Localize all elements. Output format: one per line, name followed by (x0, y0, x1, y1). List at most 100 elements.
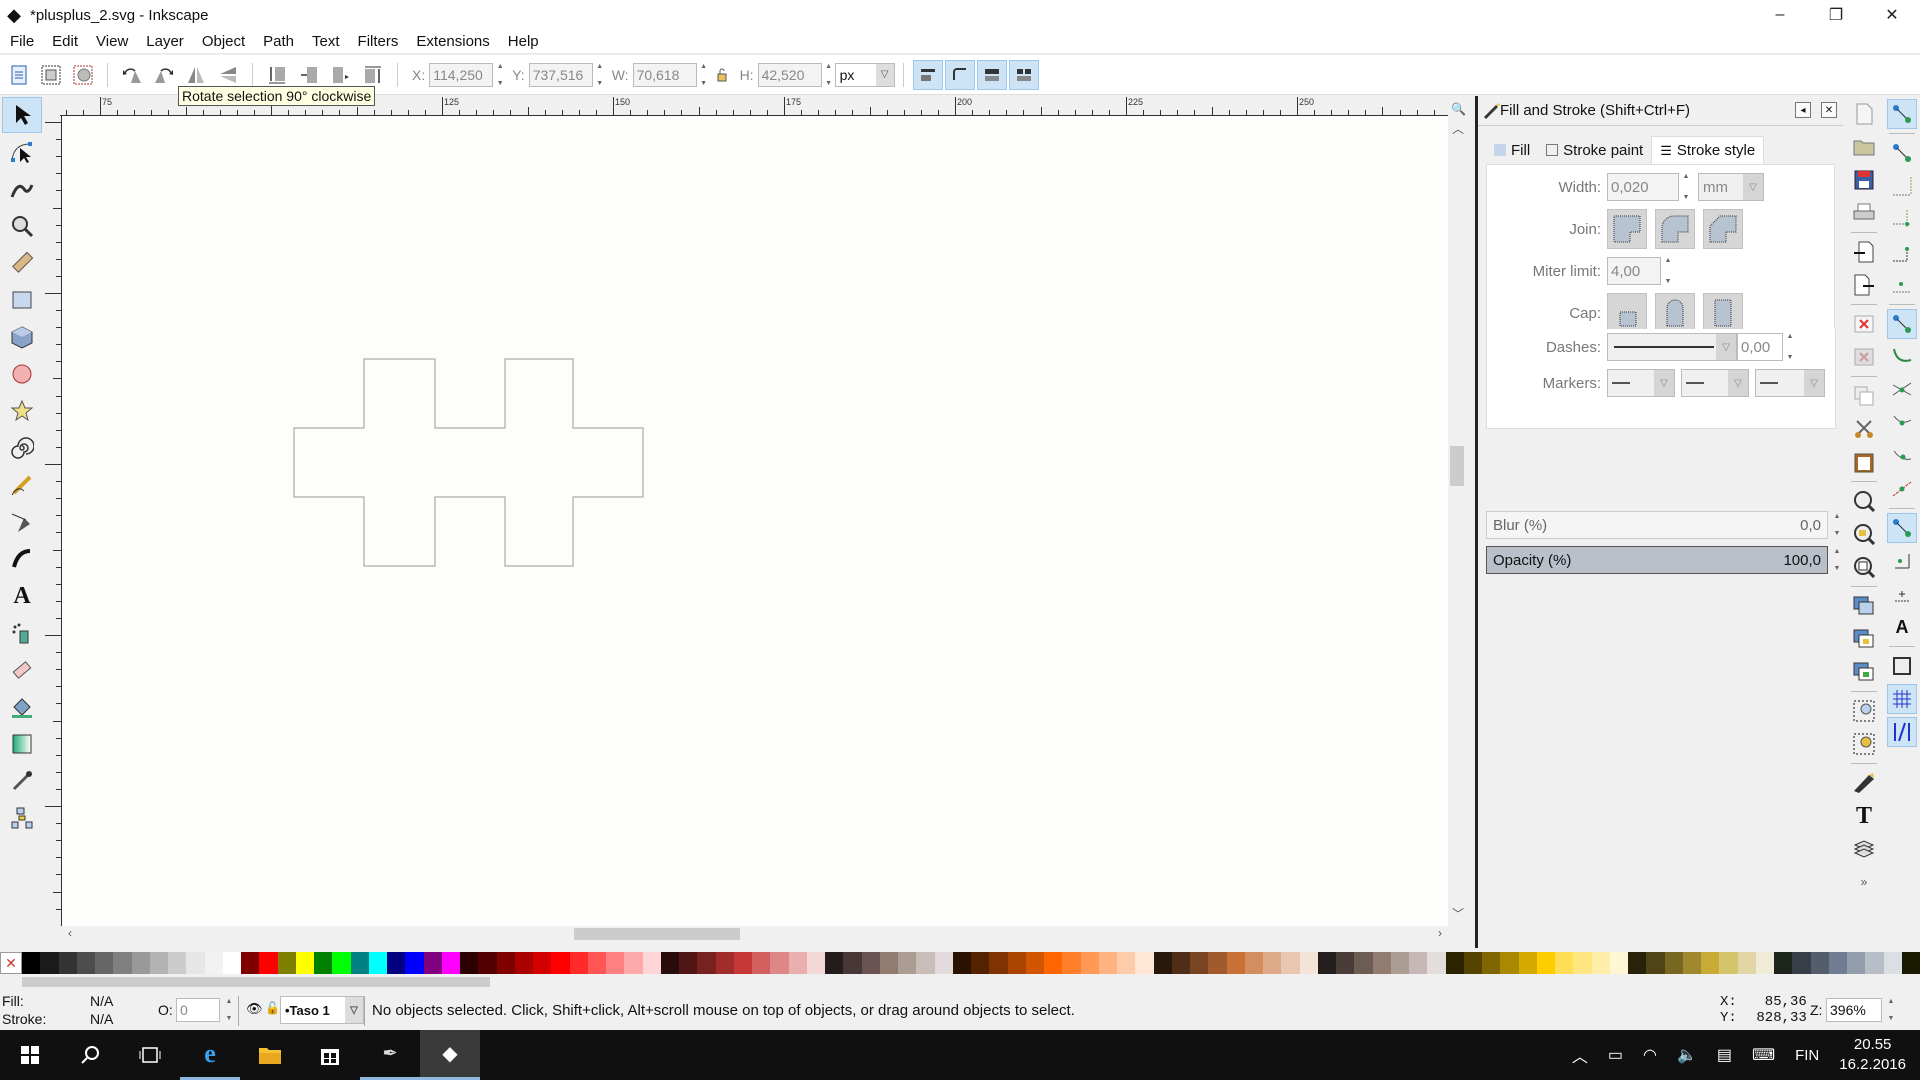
color-swatch[interactable] (1171, 952, 1190, 974)
color-swatch[interactable] (168, 952, 187, 974)
color-swatch[interactable] (149, 952, 168, 974)
color-swatch[interactable] (1044, 952, 1063, 974)
color-swatch[interactable] (1719, 952, 1738, 974)
butt-cap-button[interactable] (1607, 293, 1647, 333)
raise-icon[interactable] (326, 60, 356, 90)
star-tool-icon[interactable] (2, 393, 42, 429)
color-swatch[interactable] (1810, 952, 1829, 974)
scale-corners-toggle[interactable] (944, 59, 975, 90)
color-swatch[interactable] (1847, 952, 1866, 974)
snap-object-center-icon[interactable] (1887, 546, 1917, 576)
plusplus-shape[interactable] (293, 358, 644, 567)
color-swatch[interactable] (1190, 952, 1209, 974)
snap-others-icon[interactable] (1887, 513, 1917, 543)
x-spinner[interactable]: ▲ ▼ (494, 63, 506, 87)
zoom-tool-icon[interactable] (2, 208, 42, 244)
color-swatch[interactable] (533, 952, 552, 974)
clock[interactable]: 20.55 16.2.2016 (1839, 1035, 1906, 1075)
color-swatch[interactable] (788, 952, 807, 974)
color-swatch[interactable] (76, 952, 95, 974)
bevel-join-button[interactable] (1703, 209, 1743, 249)
battery-icon[interactable]: ▭ (1608, 1045, 1623, 1065)
lower-to-bottom-icon[interactable] (262, 60, 292, 90)
color-swatch[interactable] (113, 952, 132, 974)
color-swatch[interactable] (332, 952, 351, 974)
color-swatch[interactable] (277, 952, 296, 974)
text-font-dialog-icon[interactable]: T (1849, 801, 1879, 831)
tab-stroke-paint[interactable]: Stroke paint (1538, 136, 1651, 164)
store-icon[interactable] (300, 1030, 360, 1080)
color-swatch[interactable] (1701, 952, 1720, 974)
color-swatch[interactable] (1263, 952, 1282, 974)
miter-limit-input[interactable] (1607, 257, 1661, 285)
unlink-clone-icon[interactable] (1849, 657, 1879, 687)
color-swatch[interactable] (1901, 952, 1920, 974)
no-paint-swatch[interactable]: ✕ (0, 952, 22, 974)
task-view-icon[interactable] (120, 1030, 180, 1080)
end-marker-select[interactable]: ▽ (1755, 369, 1825, 397)
ungroup-icon[interactable] (1849, 729, 1879, 759)
color-swatch[interactable] (186, 952, 205, 974)
round-join-button[interactable] (1655, 209, 1695, 249)
save-icon[interactable] (1849, 165, 1879, 195)
color-swatch[interactable] (1445, 952, 1464, 974)
spiral-tool-icon[interactable] (2, 430, 42, 466)
color-swatch[interactable] (1007, 952, 1026, 974)
zoom-page-icon[interactable] (1849, 552, 1879, 582)
mid-marker-select[interactable]: ▽ (1681, 369, 1749, 397)
move-patterns-toggle[interactable] (1008, 59, 1039, 90)
gradient-tool-icon[interactable] (2, 726, 42, 762)
color-swatch[interactable] (733, 952, 752, 974)
status-opacity-input[interactable] (176, 998, 220, 1022)
color-swatch[interactable] (1463, 952, 1482, 974)
close-button[interactable]: ✕ (1864, 0, 1920, 30)
color-swatch[interactable] (259, 952, 278, 974)
color-swatch[interactable] (58, 952, 77, 974)
lock-icon[interactable] (711, 60, 733, 90)
color-swatch[interactable] (1336, 952, 1355, 974)
color-swatch[interactable] (40, 952, 59, 974)
color-swatch[interactable] (1427, 952, 1446, 974)
color-swatch[interactable] (697, 952, 716, 974)
x-input[interactable] (429, 62, 494, 87)
zoom-selection-icon[interactable] (1849, 486, 1879, 516)
color-swatch[interactable] (1518, 952, 1537, 974)
calligraphy-tool-icon[interactable] (2, 541, 42, 577)
w-input[interactable] (632, 62, 697, 87)
undo-icon[interactable] (1849, 309, 1879, 339)
color-swatch[interactable] (1390, 952, 1409, 974)
color-swatch[interactable] (1281, 952, 1300, 974)
menu-extensions[interactable]: Extensions (407, 33, 498, 50)
color-swatch[interactable] (916, 952, 935, 974)
color-swatch[interactable] (587, 952, 606, 974)
color-swatch[interactable] (1755, 952, 1774, 974)
color-swatch[interactable] (952, 952, 971, 974)
rotate-cw-icon[interactable] (149, 60, 179, 90)
color-swatch[interactable] (1609, 952, 1628, 974)
color-swatch[interactable] (405, 952, 424, 974)
spray-tool-icon[interactable] (2, 615, 42, 651)
stroke-unit-select[interactable]: mm ▽ (1698, 173, 1764, 201)
selector-tool-icon[interactable] (2, 97, 42, 133)
menu-help[interactable]: Help (499, 33, 548, 50)
color-swatch[interactable] (1354, 952, 1373, 974)
layer-lock-icon[interactable]: 🔓 (265, 1001, 280, 1015)
select-all-layers-icon[interactable] (36, 60, 66, 90)
color-swatch[interactable] (1500, 952, 1519, 974)
deselect-icon[interactable] (68, 60, 98, 90)
blur-spinner[interactable]: ▲ ▼ (1831, 513, 1843, 537)
color-swatch[interactable] (1646, 952, 1665, 974)
minimize-button[interactable]: – (1752, 0, 1808, 30)
tab-stroke-style[interactable]: ☰ Stroke style (1651, 136, 1765, 164)
color-swatch[interactable] (1135, 952, 1154, 974)
menu-object[interactable]: Object (193, 33, 254, 50)
current-layer-select[interactable]: •Taso 1 ▽ (280, 996, 364, 1024)
color-swatch[interactable] (222, 952, 241, 974)
duplicate-icon[interactable] (1849, 591, 1879, 621)
copy-icon[interactable] (1849, 381, 1879, 411)
color-swatch[interactable] (1865, 952, 1884, 974)
snap-bbox-edge-icon[interactable] (1887, 171, 1917, 201)
color-swatch[interactable] (752, 952, 771, 974)
open-folder-icon[interactable] (1849, 132, 1879, 162)
opacity-spinner[interactable]: ▲ ▼ (1831, 548, 1843, 572)
